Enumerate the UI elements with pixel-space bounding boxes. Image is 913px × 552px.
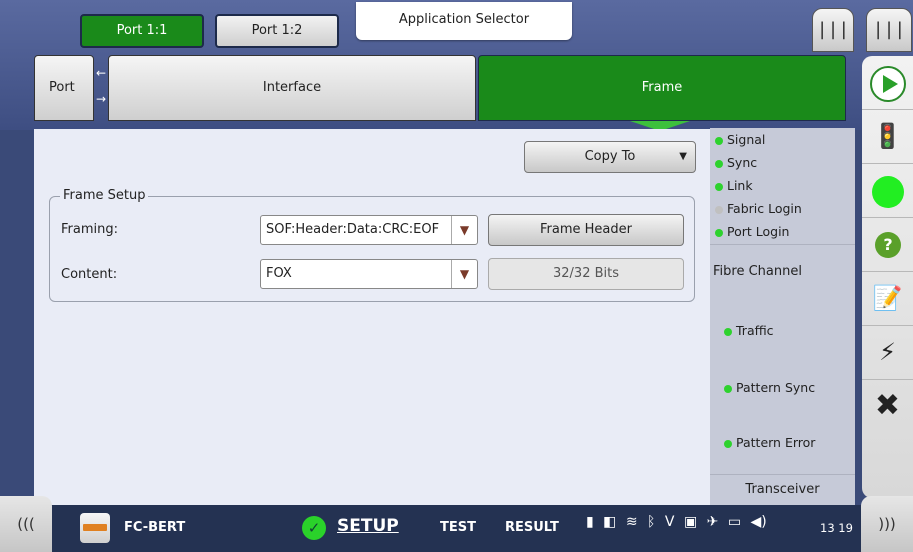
system-tray: ▮ ◧ ≋ ᛒ V ▣ ✈ ▭ ◀) [586, 514, 772, 540]
report-icon: 📝 [872, 284, 903, 312]
clock: 13 19 [820, 521, 853, 535]
check-icon: ✓ [302, 516, 326, 540]
network-icon[interactable]: ◧ [603, 514, 616, 530]
transceiver-button[interactable]: Transceiver [710, 474, 855, 505]
led-icon [724, 384, 732, 393]
help-button[interactable]: ? [862, 218, 913, 272]
status-label: Sync [727, 155, 758, 170]
application-selector[interactable]: Application Selector [356, 2, 572, 40]
status-label: Pattern Sync [736, 380, 816, 395]
nav-tab-frame[interactable]: Frame [478, 55, 846, 121]
status-port-login: Port Login [715, 224, 789, 239]
collapse-right-button[interactable]: ))) [861, 496, 913, 552]
content-label: Content: [61, 267, 118, 282]
led-icon [715, 228, 723, 237]
framing-value: SOF:Header:Data:CRC:EOF [266, 222, 440, 237]
traffic-light-icon: 🚦 [872, 122, 903, 150]
caret-down-icon: ▼ [679, 151, 687, 162]
led-icon [715, 182, 723, 191]
tab-test[interactable]: TEST [440, 520, 476, 535]
nav-tab-port[interactable]: Port [34, 55, 94, 121]
led-icon [715, 159, 723, 168]
group-title: Frame Setup [60, 188, 149, 203]
dropdown-arrow-icon: ▼ [451, 216, 477, 244]
power-icon[interactable]: ▮ [586, 514, 594, 530]
inject-error-button[interactable]: ⚡ [862, 326, 913, 380]
content-value: FOX [266, 266, 292, 281]
status-sync: Sync [715, 155, 757, 170]
status-link: Link [715, 178, 753, 193]
copy-to-label: Copy To [584, 149, 636, 164]
nav-arrows-icon: ← → [95, 66, 107, 106]
status-pattern-error: Pattern Error [724, 435, 815, 450]
wifi-icon[interactable]: ≋ [626, 514, 638, 530]
app-name: FC-BERT [124, 520, 186, 535]
status-label: Traffic [736, 323, 774, 338]
close-button[interactable]: ✖ [862, 380, 913, 434]
bluetooth-icon[interactable]: ᛒ [647, 514, 655, 530]
traffic-light-button[interactable]: 🚦 [862, 110, 913, 164]
volume-icon[interactable]: ◀) [751, 514, 767, 530]
status-signal: Signal [715, 132, 765, 147]
remote-icon[interactable]: ▣ [684, 514, 697, 530]
led-icon [724, 327, 732, 336]
led-icon [715, 205, 723, 214]
status-pattern-sync: Pattern Sync [724, 380, 815, 395]
frame-header-button[interactable]: Frame Header [488, 214, 684, 246]
list-menu-icon[interactable]: ||| [866, 8, 912, 52]
divider [710, 244, 855, 245]
report-button[interactable]: 📝 [862, 272, 913, 326]
led-icon [715, 136, 723, 145]
satellite-icon[interactable]: ✈ [707, 514, 719, 530]
framing-select[interactable]: SOF:Header:Data:CRC:EOF ▼ [260, 215, 478, 245]
collapse-left-button[interactable]: ((( [0, 496, 52, 552]
dropdown-arrow-icon: ▼ [451, 260, 477, 288]
frame-setup-group: Frame Setup Framing: SOF:Header:Data:CRC… [49, 188, 695, 302]
copy-to-button[interactable]: Copy To ▼ [524, 141, 696, 173]
right-toolbar: 🚦 ? 📝 ⚡ ✖ [862, 56, 913, 498]
status-panel: Signal Sync Link Fabric Login Port Login… [710, 128, 855, 505]
list-menu-icon[interactable]: ||| [812, 8, 854, 52]
status-green-icon [872, 176, 904, 208]
status-label: Port Login [727, 224, 790, 239]
status-traffic: Traffic [724, 323, 774, 338]
tab-setup[interactable]: SETUP [337, 516, 399, 536]
help-icon: ? [875, 232, 901, 258]
status-label: Link [727, 178, 753, 193]
status-fabric-login: Fabric Login [715, 201, 802, 216]
status-label: Fabric Login [727, 201, 802, 216]
port-tab-1-1[interactable]: Port 1:1 [80, 14, 204, 48]
port-tab-1-2[interactable]: Port 1:2 [215, 14, 339, 48]
status-label: Signal [727, 132, 766, 147]
play-button[interactable] [862, 56, 913, 110]
close-icon: ✖ [874, 388, 901, 423]
display-icon[interactable]: ▭ [728, 514, 741, 530]
bits-button[interactable]: 32/32 Bits [488, 258, 684, 290]
inject-error-icon: ⚡ [879, 338, 896, 366]
nav-tab-interface[interactable]: Interface [108, 55, 476, 121]
framing-label: Framing: [61, 222, 118, 237]
content-select[interactable]: FOX ▼ [260, 259, 478, 289]
status-button[interactable] [862, 164, 913, 218]
app-module-icon[interactable] [80, 513, 110, 543]
play-triangle [883, 75, 898, 93]
fibre-channel-title: Fibre Channel [713, 264, 802, 279]
led-icon [724, 439, 732, 448]
frame-setup-panel: Copy To ▼ Frame Setup Framing: SOF:Heade… [34, 129, 710, 505]
status-label: Pattern Error [736, 435, 816, 450]
tab-result[interactable]: RESULT [505, 520, 559, 535]
vnc-icon[interactable]: V [665, 514, 675, 530]
